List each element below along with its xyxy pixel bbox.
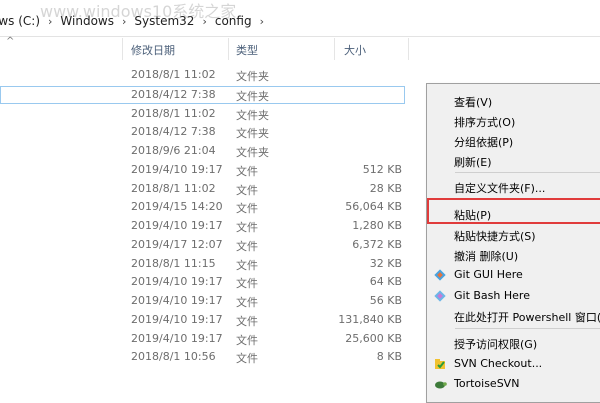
tortoise-svn-icon — [435, 381, 447, 389]
file-row[interactable]: 2018/8/1 11:02 文件 28 KB — [0, 180, 430, 198]
menu-item-undo-delete[interactable]: 撤消 删除(U) — [427, 245, 600, 265]
column-divider[interactable] — [408, 38, 409, 60]
column-size[interactable]: 大小 — [344, 42, 366, 58]
file-row[interactable]: 2018/8/1 11:02 文件夹 — [0, 66, 430, 84]
file-row[interactable]: 2018/9/6 21:04 文件夹 — [0, 142, 430, 160]
menu-item-give-access[interactable]: 授予访问权限(G) — [427, 333, 600, 353]
file-row[interactable]: 2018/8/1 11:15 文件 32 KB — [0, 255, 430, 273]
paste-highlight-box — [427, 198, 600, 224]
menu-item-powershell[interactable]: 在此处打开 Powershell 窗口(S — [427, 306, 600, 326]
menu-item-refresh[interactable]: 刷新(E) — [427, 151, 600, 171]
menu-separator — [455, 328, 600, 329]
git-bash-icon — [434, 290, 446, 302]
file-row[interactable]: 2019/4/10 19:17 文件 131,840 KB — [0, 311, 430, 329]
column-divider[interactable] — [228, 38, 229, 60]
context-menu: 查看(V) 排序方式(O) 分组依据(P) 刷新(E) 自定义文件夹(F)...… — [426, 83, 600, 403]
git-gui-icon — [434, 269, 446, 281]
column-modified[interactable]: 修改日期 — [131, 42, 175, 58]
file-row[interactable]: 2019/4/10 19:17 文件 56 KB — [0, 292, 430, 310]
menu-item-tortoise-svn[interactable]: TortoiseSVN — [427, 374, 600, 394]
menu-item-svn-checkout[interactable]: SVN Checkout... — [427, 354, 600, 374]
file-row[interactable]: 2018/8/1 10:56 文件 8 KB — [0, 348, 430, 366]
menu-item-sort[interactable]: 排序方式(O) — [427, 111, 600, 131]
menu-item-group[interactable]: 分组依据(P) — [427, 131, 600, 151]
breadcrumb-drive[interactable]: ows (C:) — [0, 14, 42, 28]
chevron-right-icon: › — [259, 14, 264, 28]
file-row-selected[interactable]: 2018/4/12 7:38 文件夹 — [0, 86, 405, 104]
file-row[interactable]: 2019/4/17 12:07 文件 6,372 KB — [0, 236, 430, 254]
column-header: ^ 修改日期 类型 大小 — [0, 36, 600, 60]
menu-item-paste-shortcut[interactable]: 粘贴快捷方式(S) — [427, 225, 600, 245]
file-row[interactable]: 2019/4/10 19:17 文件 1,280 KB — [0, 217, 430, 235]
menu-separator — [455, 172, 600, 173]
menu-item-view[interactable]: 查看(V) — [427, 91, 600, 111]
file-row[interactable]: 2019/4/10 19:17 文件 25,600 KB — [0, 330, 430, 348]
column-type[interactable]: 类型 — [236, 42, 258, 58]
menu-item-customize[interactable]: 自定义文件夹(F)... — [427, 177, 600, 197]
file-row[interactable]: 2018/4/12 7:38 文件夹 — [0, 123, 430, 141]
column-divider[interactable] — [122, 38, 123, 60]
address-bar[interactable]: ows (C:) › Windows › System32 › config ›… — [0, 0, 600, 37]
watermark: www.windows10系统之家 — [40, 2, 237, 21]
file-row[interactable]: 2018/8/1 11:02 文件夹 — [0, 105, 430, 123]
menu-item-git-bash[interactable]: Git Bash Here — [427, 286, 600, 306]
file-row[interactable]: 2019/4/10 19:17 文件 64 KB — [0, 273, 430, 291]
file-row[interactable]: 2019/4/10 19:17 文件 512 KB — [0, 161, 430, 179]
file-row[interactable]: 2019/4/15 14:20 文件 56,064 KB — [0, 198, 430, 216]
svn-checkout-icon — [435, 359, 445, 369]
menu-item-git-gui[interactable]: Git GUI Here — [427, 265, 600, 285]
sort-ascending-icon[interactable]: ^ — [6, 36, 14, 47]
column-divider[interactable] — [334, 38, 335, 60]
